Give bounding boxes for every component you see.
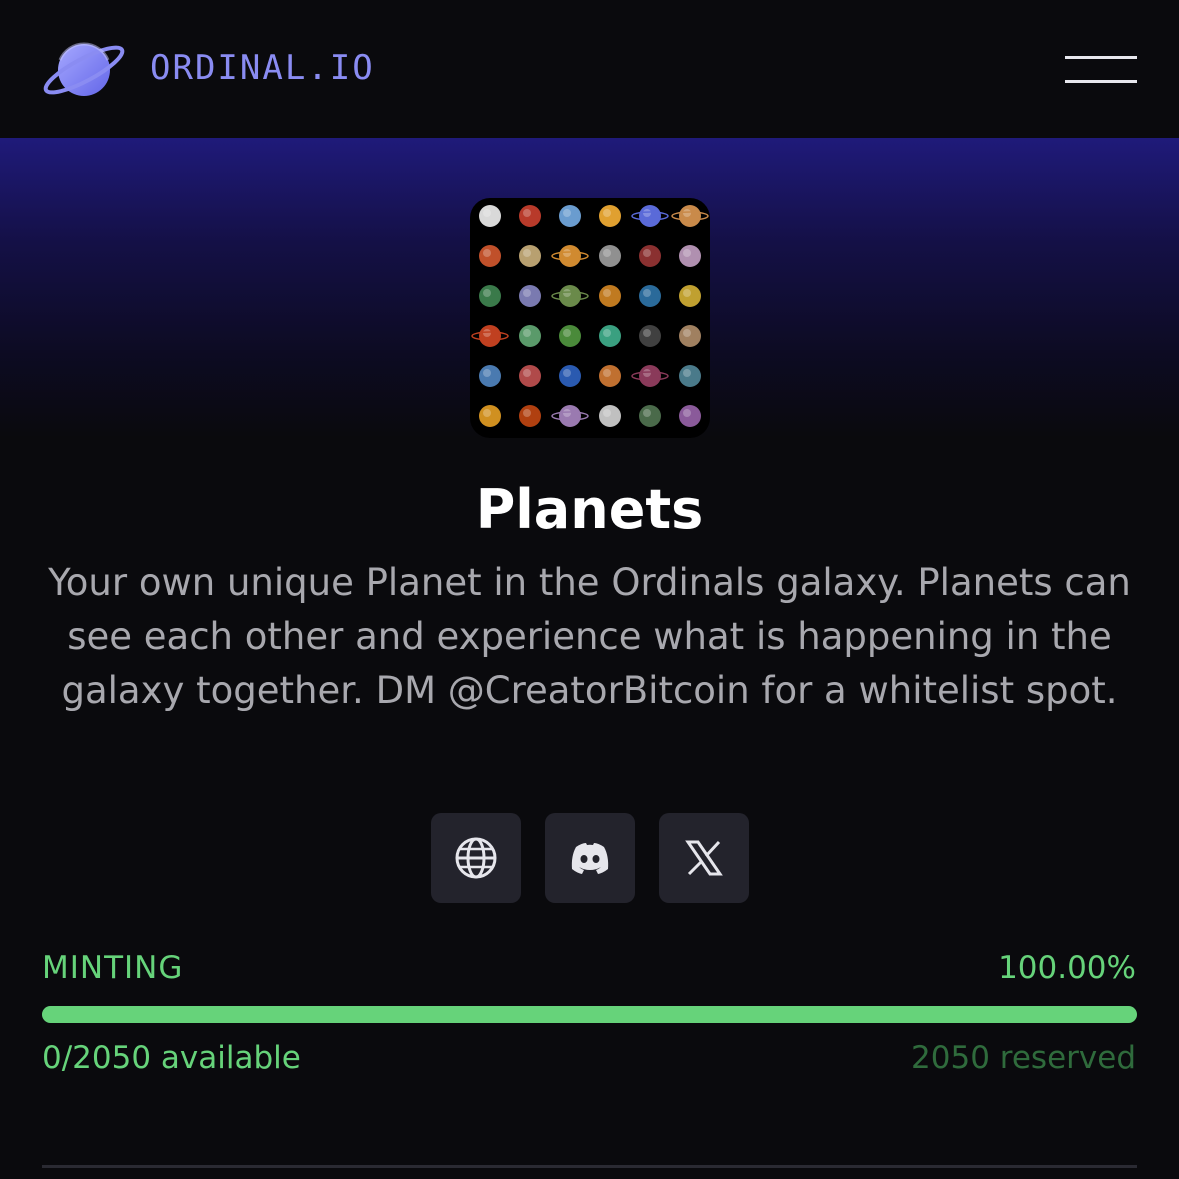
planet-thumbnail-icon <box>599 205 621 227</box>
planet-thumbnail-icon <box>519 405 541 427</box>
planet-thumbnail-icon <box>599 365 621 387</box>
available-count: 0/2050 available <box>42 1040 301 1076</box>
planets-grid-image <box>471 205 709 427</box>
planet-thumbnail-icon <box>639 325 661 347</box>
planet-thumbnail-icon <box>559 325 581 347</box>
planet-thumbnail-icon <box>479 365 501 387</box>
planet-thumbnail-icon <box>559 205 581 227</box>
planet-thumbnail-icon <box>679 285 701 307</box>
planet-thumbnail-icon <box>599 325 621 347</box>
minting-status-label: MINTING <box>42 950 184 986</box>
planet-thumbnail-icon <box>479 205 501 227</box>
planet-thumbnail-icon <box>631 365 669 387</box>
reserved-count: 2050 reserved <box>911 1040 1136 1076</box>
section-divider <box>42 1165 1137 1168</box>
globe-icon <box>455 837 497 879</box>
planet-thumbnail-icon <box>599 405 621 427</box>
minting-progress-bar <box>42 1006 1137 1023</box>
planet-thumbnail-icon <box>519 245 541 267</box>
planet-thumbnail-icon <box>639 405 661 427</box>
planet-thumbnail-icon <box>519 285 541 307</box>
planet-thumbnail-icon <box>599 285 621 307</box>
top-nav-bar: ORDINAL.IO <box>0 0 1179 138</box>
planet-thumbnail-icon <box>679 405 701 427</box>
planet-thumbnail-icon <box>519 205 541 227</box>
collection-description: Your own unique Planet in the Ordinals g… <box>48 561 1131 712</box>
hamburger-menu-icon[interactable] <box>1060 50 1142 90</box>
planet-thumbnail-icon <box>559 365 581 387</box>
minting-progress-fill <box>42 1006 1137 1023</box>
x-icon <box>685 840 723 876</box>
planet-thumbnail-icon <box>639 245 661 267</box>
brand-name[interactable]: ORDINAL.IO <box>150 48 375 88</box>
planet-thumbnail-icon <box>551 285 589 307</box>
planet-thumbnail-icon <box>551 405 589 427</box>
planet-thumbnail-icon <box>671 205 709 227</box>
planet-thumbnail-icon <box>551 245 589 267</box>
planet-thumbnail-icon <box>519 325 541 347</box>
discord-button[interactable] <box>545 813 635 903</box>
discord-icon <box>571 843 609 874</box>
planet-thumbnail-icon <box>679 245 701 267</box>
planet-thumbnail-icon <box>479 405 501 427</box>
planet-thumbnail-icon <box>479 285 501 307</box>
collection-title: Planets <box>475 478 704 541</box>
planet-thumbnail-icon <box>631 205 669 227</box>
planet-thumbnail-icon <box>479 245 501 267</box>
collection-thumbnail <box>470 198 710 438</box>
planet-icon[interactable] <box>40 38 128 102</box>
x-button[interactable] <box>659 813 749 903</box>
planet-thumbnail-icon <box>639 285 661 307</box>
planet-thumbnail-icon <box>679 325 701 347</box>
planet-thumbnail-icon <box>471 325 509 347</box>
planet-thumbnail-icon <box>679 365 701 387</box>
website-button[interactable] <box>431 813 521 903</box>
planet-thumbnail-icon <box>519 365 541 387</box>
planet-thumbnail-icon <box>599 245 621 267</box>
minting-percent: 100.00% <box>998 950 1136 986</box>
